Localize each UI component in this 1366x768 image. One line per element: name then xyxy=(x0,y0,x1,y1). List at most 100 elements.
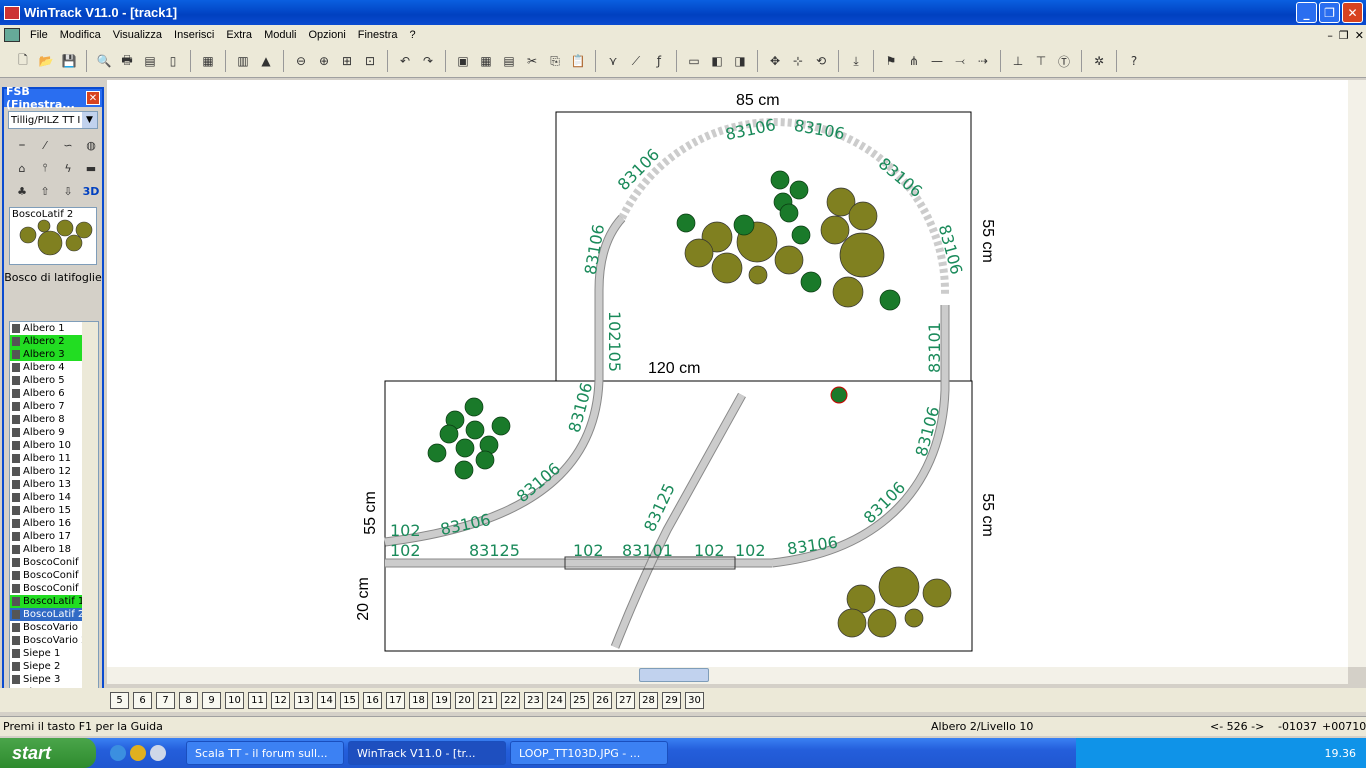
layer-button[interactable]: 23 xyxy=(524,691,543,709)
paste-icon[interactable]: 📋 xyxy=(569,52,587,70)
mdi-minimize-button[interactable]: – xyxy=(1327,29,1333,42)
zoom-out-icon[interactable]: ⊖ xyxy=(292,52,310,70)
electric-icon[interactable]: ϟ xyxy=(58,158,78,178)
open-folder-icon[interactable]: 📂 xyxy=(37,52,55,70)
task-wintrack[interactable]: WinTrack V11.0 - [tr... xyxy=(348,741,506,765)
mdi-restore-button[interactable]: ❐ xyxy=(1339,29,1349,42)
list-item[interactable]: Albero 9 xyxy=(10,426,84,439)
save-icon[interactable]: 💾 xyxy=(60,52,78,70)
library-icon[interactable]: ▦ xyxy=(199,52,217,70)
list-item[interactable]: Albero 8 xyxy=(10,413,84,426)
drawing-canvas[interactable]: 85 cm 55 cm 120 cm 55 cm 20 cm 55 cm 831… xyxy=(107,80,1348,667)
turntable-icon[interactable]: ◍ xyxy=(81,135,101,155)
chevron-down-icon[interactable]: ▼ xyxy=(82,112,97,128)
horizontal-scrollbar[interactable] xyxy=(107,667,1348,684)
object-list[interactable]: Albero 1 Albero 2 Albero 3 Albero 4 Albero 5… xyxy=(9,321,99,691)
train-icon[interactable]: ▬ xyxy=(81,158,101,178)
list-item[interactable]: Albero 5 xyxy=(10,374,84,387)
curve-track-icon[interactable]: ⁄ xyxy=(35,135,55,155)
layer-button[interactable]: 27 xyxy=(616,691,635,709)
list-item[interactable]: Albero 7 xyxy=(10,400,84,413)
minimize-button[interactable]: _ xyxy=(1296,2,1317,23)
connect-icon[interactable]: ⋔ xyxy=(905,52,923,70)
zoom-all-icon[interactable]: ⊡ xyxy=(361,52,379,70)
menu-opzioni[interactable]: Opzioni xyxy=(302,29,351,41)
grid-icon[interactable]: ▦ xyxy=(477,52,495,70)
layer-button[interactable]: 6 xyxy=(133,691,152,709)
layer-button[interactable]: 15 xyxy=(340,691,359,709)
menu-file[interactable]: File xyxy=(24,29,54,41)
list-item[interactable]: BoscoLatif 1 xyxy=(10,595,84,608)
track-curve-icon[interactable]: ⟋ xyxy=(627,52,645,70)
browser-icon[interactable] xyxy=(150,745,166,761)
catenary-icon[interactable]: ⫯ xyxy=(35,158,55,178)
text-icon[interactable]: Ⓣ xyxy=(1055,52,1073,70)
menu-finestra[interactable]: Finestra xyxy=(352,29,404,41)
insert-point-icon[interactable]: ⤓ xyxy=(847,52,865,70)
menu-modifica[interactable]: Modifica xyxy=(54,29,107,41)
track-switch-icon[interactable]: ⋎ xyxy=(604,52,622,70)
print-icon[interactable]: 🖶 xyxy=(118,52,136,70)
layer-button[interactable]: 24 xyxy=(547,691,566,709)
list-item[interactable]: Albero 10 xyxy=(10,439,84,452)
list-item[interactable]: Albero 16 xyxy=(10,517,84,530)
menu-inserisci[interactable]: Inserisci xyxy=(168,29,220,41)
print-preview-icon[interactable]: 🔍 xyxy=(95,52,113,70)
layer-button[interactable]: 12 xyxy=(271,691,290,709)
new-file-icon[interactable]: 🗋 xyxy=(14,52,32,70)
list-item[interactable]: Albero 17 xyxy=(10,530,84,543)
align-icon[interactable]: ⊹ xyxy=(789,52,807,70)
move-icon[interactable]: ✥ xyxy=(766,52,784,70)
list-item[interactable]: BoscoVario 2 xyxy=(10,634,84,647)
landscape-icon[interactable]: ▲ xyxy=(257,52,275,70)
cut-icon[interactable]: ✂ xyxy=(523,52,541,70)
layer-button[interactable]: 28 xyxy=(639,691,658,709)
layer-button[interactable]: 26 xyxy=(593,691,612,709)
layer-button[interactable]: 11 xyxy=(248,691,267,709)
undo-icon[interactable]: ↶ xyxy=(396,52,414,70)
raise-icon[interactable]: ⇧ xyxy=(35,181,55,201)
broadleaf-forest-lower[interactable] xyxy=(837,566,952,638)
library-select[interactable]: Tillig/PILZ TT I ▼ xyxy=(8,111,98,129)
3d-icon[interactable]: 3D xyxy=(81,181,101,201)
track-flex-icon[interactable]: ƒ xyxy=(650,52,668,70)
settings-icon[interactable]: ✲ xyxy=(1090,52,1108,70)
split-icon[interactable]: ⤙ xyxy=(951,52,969,70)
dimension-icon[interactable]: ⊤ xyxy=(1032,52,1050,70)
rotate-icon[interactable]: ⟲ xyxy=(812,52,830,70)
layer-button[interactable]: 22 xyxy=(501,691,520,709)
layer-button[interactable]: 18 xyxy=(409,691,428,709)
page-icon[interactable]: ▯ xyxy=(164,52,182,70)
selected-tree-marker[interactable] xyxy=(830,386,848,404)
list-item[interactable]: BoscoVario 1 xyxy=(10,621,84,634)
mdi-close-button[interactable]: ✕ xyxy=(1355,29,1364,42)
vertical-scrollbar[interactable] xyxy=(1348,80,1366,667)
list-scrollbar[interactable] xyxy=(82,322,98,690)
list-item[interactable]: Albero 13 xyxy=(10,478,84,491)
arrow-icon[interactable]: ⇢ xyxy=(974,52,992,70)
list-item[interactable]: BoscoConif 1 xyxy=(10,556,84,569)
list-item[interactable]: BoscoConif 2 xyxy=(10,569,84,582)
list-item[interactable]: Albero 14 xyxy=(10,491,84,504)
start-button[interactable]: start xyxy=(0,738,96,768)
layer-button[interactable]: 30 xyxy=(685,691,704,709)
list-item[interactable]: BoscoLatif 2 xyxy=(10,608,84,621)
menu-extra[interactable]: Extra xyxy=(220,29,258,41)
zoom-in-icon[interactable]: ⊕ xyxy=(315,52,333,70)
layer-button[interactable]: 17 xyxy=(386,691,405,709)
measure-icon[interactable]: ⊥ xyxy=(1009,52,1027,70)
ungroup-icon[interactable]: ◨ xyxy=(731,52,749,70)
layer-button[interactable]: 16 xyxy=(363,691,382,709)
flex-track-icon[interactable]: ∽ xyxy=(58,135,78,155)
redo-icon[interactable]: ↷ xyxy=(419,52,437,70)
list-item[interactable]: Albero 12 xyxy=(10,465,84,478)
copy-icon[interactable]: ⎘ xyxy=(546,52,564,70)
building-icon[interactable]: ⌂ xyxy=(12,158,32,178)
straight-track-icon[interactable]: ⎯ xyxy=(12,135,32,155)
group-icon[interactable]: ◧ xyxy=(708,52,726,70)
properties-icon[interactable]: ▣ xyxy=(454,52,472,70)
list-item[interactable]: Albero 15 xyxy=(10,504,84,517)
layer-button[interactable]: 29 xyxy=(662,691,681,709)
lower-icon[interactable]: ⇩ xyxy=(58,181,78,201)
list-item[interactable]: Albero 6 xyxy=(10,387,84,400)
